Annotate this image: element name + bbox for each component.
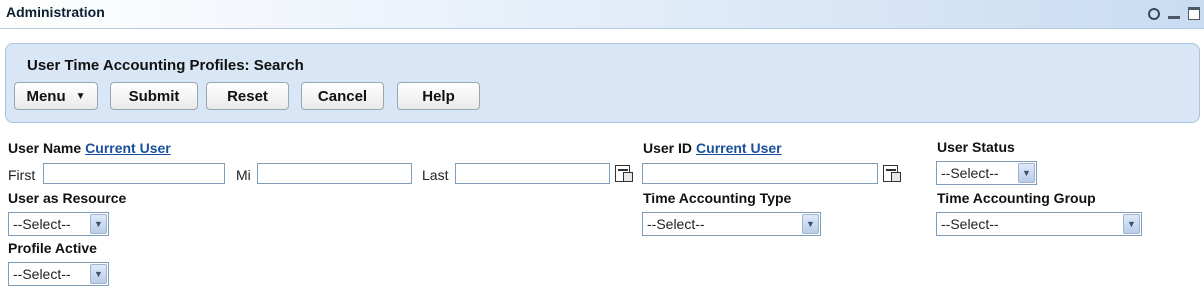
user-status-select[interactable]: --Select-- ▼: [936, 161, 1037, 185]
refresh-icon[interactable]: [1148, 7, 1160, 20]
reset-button[interactable]: Reset: [206, 82, 289, 110]
time-accounting-group-value: --Select--: [941, 216, 999, 232]
profile-active-value: --Select--: [13, 266, 71, 282]
user-id-input[interactable]: [642, 163, 878, 184]
time-accounting-type-value: --Select--: [647, 216, 705, 232]
last-name-input[interactable]: [455, 163, 610, 184]
chevron-down-icon: ▼: [90, 264, 107, 284]
time-accounting-type-label: Time Accounting Type: [643, 190, 792, 206]
user-id-label: User ID Current User: [643, 140, 782, 156]
middle-initial-label: Mi: [236, 167, 251, 183]
chevron-down-icon: ▼: [802, 214, 819, 234]
page-title: Administration: [6, 4, 105, 20]
menu-button[interactable]: Menu ▼: [14, 82, 98, 110]
first-name-input[interactable]: [43, 163, 225, 184]
user-status-value: --Select--: [941, 165, 999, 181]
user-name-label-text: User Name: [8, 140, 82, 156]
time-accounting-type-select[interactable]: --Select-- ▼: [642, 212, 821, 236]
chevron-down-icon: ▼: [90, 214, 107, 234]
chevron-down-icon: ▼: [1018, 163, 1035, 183]
first-name-label: First: [8, 167, 36, 183]
chevron-down-icon: ▼: [1123, 214, 1140, 234]
maximize-icon[interactable]: [1188, 7, 1200, 20]
middle-initial-input[interactable]: [257, 163, 412, 184]
panel-title: User Time Accounting Profiles: Search: [27, 57, 304, 74]
menu-caret-icon: ▼: [75, 90, 86, 102]
menu-button-label: Menu: [26, 87, 66, 105]
title-bar: Administration: [0, 0, 1204, 29]
user-id-current-user-link[interactable]: Current User: [696, 140, 782, 156]
window-controls: [1148, 7, 1200, 20]
user-name-label: User Name Current User: [8, 140, 171, 156]
user-id-label-text: User ID: [643, 140, 693, 156]
search-panel: User Time Accounting Profiles: Search Me…: [5, 43, 1200, 123]
time-accounting-group-label: Time Accounting Group: [937, 190, 1096, 206]
profile-active-label: Profile Active: [8, 240, 97, 256]
user-status-label: User Status: [937, 139, 1015, 155]
submit-button[interactable]: Submit: [110, 82, 198, 110]
minimize-icon[interactable]: [1168, 8, 1180, 20]
user-as-resource-value: --Select--: [13, 216, 71, 232]
user-as-resource-select[interactable]: --Select-- ▼: [8, 212, 109, 236]
cancel-button[interactable]: Cancel: [301, 82, 384, 110]
user-id-lookup-icon[interactable]: [882, 164, 901, 182]
user-name-current-user-link[interactable]: Current User: [85, 140, 171, 156]
time-accounting-group-select[interactable]: --Select-- ▼: [936, 212, 1142, 236]
user-as-resource-label: User as Resource: [8, 190, 127, 206]
user-name-lookup-icon[interactable]: [614, 164, 633, 182]
last-name-label: Last: [422, 167, 449, 183]
help-button[interactable]: Help: [397, 82, 480, 110]
profile-active-select[interactable]: --Select-- ▼: [8, 262, 109, 286]
